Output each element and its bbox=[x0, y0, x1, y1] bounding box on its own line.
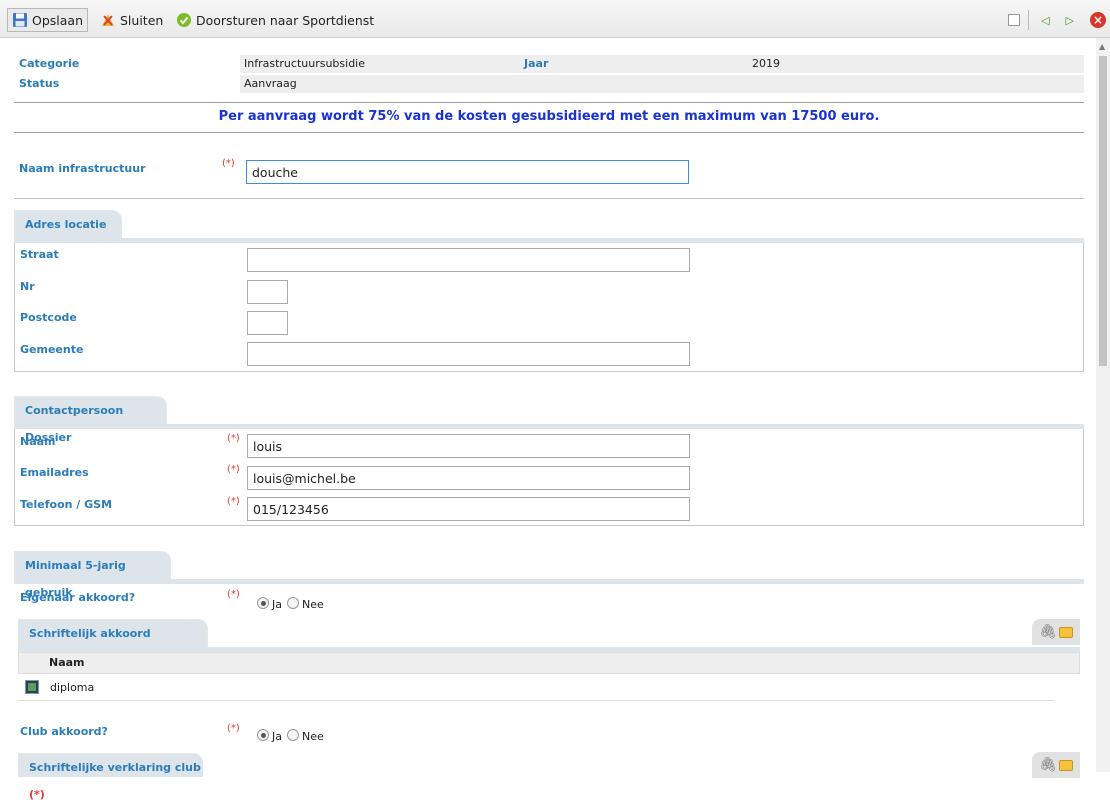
divider bbox=[14, 102, 1084, 103]
no-label: Nee bbox=[302, 598, 324, 611]
toolbar-separator bbox=[1028, 10, 1030, 30]
subsidy-notice: Per aanvraag wordt 75% van de kosten ges… bbox=[218, 109, 880, 124]
year-label: Jaar bbox=[520, 55, 748, 73]
toolbar: Opslaan Sluiten Doorsturen naar Sportdie… bbox=[0, 0, 1110, 38]
tab-minimaal-5-jarig-gebruik[interactable]: Minimaal 5-jarig gebruik bbox=[14, 551, 171, 599]
close-x-icon[interactable]: × bbox=[1090, 12, 1106, 28]
phone-label: Telefoon / GSM bbox=[20, 498, 113, 511]
next-icon[interactable]: ▷ bbox=[1066, 14, 1074, 27]
city-input[interactable] bbox=[247, 342, 690, 366]
required-marker: (*) bbox=[227, 464, 240, 475]
required-marker: (*) bbox=[227, 589, 240, 600]
save-button[interactable]: Opslaan bbox=[7, 8, 89, 32]
contact-name-label: Naam bbox=[20, 435, 56, 448]
status-label: Status bbox=[19, 77, 60, 90]
yes-label: Ja bbox=[272, 730, 282, 743]
toolbar-right: ◁ ▷ × bbox=[1008, 9, 1110, 31]
scrollbar-thumb[interactable] bbox=[1099, 56, 1107, 366]
required-marker: (*) bbox=[227, 433, 240, 444]
close-label: Sluiten bbox=[120, 12, 164, 28]
forward-to-sportdienst-button[interactable]: Doorsturen naar Sportdienst bbox=[176, 8, 374, 32]
postcode-input[interactable] bbox=[247, 311, 288, 335]
phone-input[interactable]: 015/123456 bbox=[247, 497, 690, 521]
grid-header: Naam bbox=[18, 652, 1080, 674]
category-value: Infrastructuursubsidie bbox=[240, 55, 520, 73]
status-value: Aanvraag bbox=[240, 75, 1084, 93]
club-agree-no-radio[interactable] bbox=[287, 729, 299, 741]
tab-label: Schriftelijke verklaring club bbox=[29, 761, 201, 774]
street-input[interactable] bbox=[247, 248, 690, 272]
contact-name-input[interactable]: louis bbox=[247, 434, 690, 458]
form-area: Categorie Infrastructuursubsidie Jaar 20… bbox=[0, 38, 1096, 801]
divider bbox=[14, 132, 1084, 133]
grid-col-name[interactable]: Naam bbox=[49, 653, 85, 673]
toolbar-checkbox[interactable] bbox=[1008, 14, 1021, 26]
required-marker: (*) bbox=[227, 496, 240, 507]
attach-buttons: 🖇 bbox=[1032, 619, 1080, 645]
email-input[interactable]: louis@michel.be bbox=[247, 466, 690, 490]
nr-input[interactable] bbox=[247, 280, 288, 304]
paperclip-icon[interactable]: 🖇 bbox=[1039, 624, 1057, 640]
yes-label: Ja bbox=[272, 598, 282, 611]
required-marker: (*) bbox=[222, 158, 235, 169]
owner-agree-yes-radio[interactable] bbox=[257, 597, 269, 609]
divider bbox=[14, 198, 1084, 199]
tab-owner-written-agreement[interactable]: Schriftelijk akkoord eigenaar (*) bbox=[18, 619, 208, 667]
floppy-disk-icon bbox=[13, 13, 27, 27]
attach-buttons: 🖇 bbox=[1032, 752, 1080, 778]
tab-club-written-declaration[interactable]: Schriftelijke verklaring club (*) bbox=[18, 753, 203, 801]
paperclip-icon[interactable]: 🖇 bbox=[1039, 757, 1057, 773]
club-agree-yes-radio[interactable] bbox=[257, 729, 269, 741]
required-marker: (*) bbox=[227, 723, 240, 734]
close-button[interactable]: Sluiten bbox=[100, 8, 163, 32]
image-file-icon bbox=[25, 680, 39, 694]
category-label: Categorie bbox=[19, 57, 80, 70]
club-agree-label: Club akkoord? bbox=[20, 725, 108, 738]
table-row[interactable]: diploma bbox=[18, 675, 1054, 701]
forward-label: Doorsturen naar Sportdienst bbox=[196, 12, 375, 28]
postcode-label: Postcode bbox=[20, 311, 77, 324]
owner-agree-label: Eigenaar akkoord? bbox=[20, 591, 136, 604]
previous-icon[interactable]: ◁ bbox=[1041, 14, 1049, 27]
city-label: Gemeente bbox=[20, 343, 84, 356]
check-circle-icon bbox=[177, 13, 191, 27]
scroll-up-arrow-icon[interactable]: ▲ bbox=[1099, 42, 1105, 51]
owner-agree-radio-group: Ja Nee bbox=[257, 596, 329, 611]
required-marker: (*) bbox=[29, 788, 45, 801]
tab-adres-locatie[interactable]: Adres locatie bbox=[14, 210, 122, 238]
infra-name-input[interactable]: douche bbox=[246, 160, 689, 184]
file-name[interactable]: diploma bbox=[50, 681, 94, 694]
email-label: Emailadres bbox=[20, 466, 89, 479]
vertical-scrollbar[interactable]: ▲ bbox=[1096, 38, 1110, 772]
tab-strip bbox=[14, 579, 1084, 584]
year-value: 2019 bbox=[748, 55, 1084, 73]
no-label: Nee bbox=[302, 730, 324, 743]
street-label: Straat bbox=[20, 248, 59, 261]
folder-icon[interactable] bbox=[1058, 626, 1073, 638]
folder-icon[interactable] bbox=[1058, 759, 1073, 771]
owner-agree-no-radio[interactable] bbox=[287, 597, 299, 609]
infra-name-label: Naam infrastructuur bbox=[19, 162, 146, 175]
close-door-icon bbox=[102, 14, 114, 26]
save-label: Opslaan bbox=[32, 12, 84, 28]
tab-contactpersoon-dossier[interactable]: Contactpersoon Dossier bbox=[14, 396, 167, 444]
nr-label: Nr bbox=[20, 280, 35, 293]
club-agree-radio-group: Ja Nee bbox=[257, 728, 329, 743]
